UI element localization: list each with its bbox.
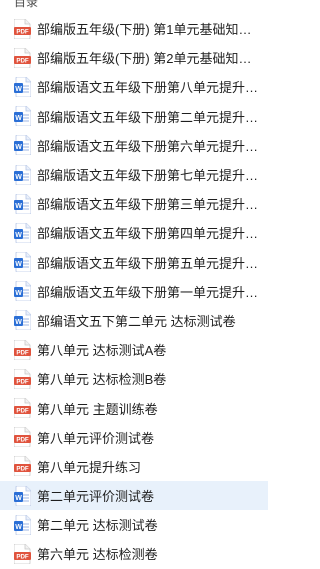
file-item[interactable]: PDF 第八单元评价测试卷 [0, 423, 268, 452]
file-item[interactable]: PDF 第八单元提升练习 [0, 452, 268, 481]
pdf-file-icon: PDF [14, 18, 31, 39]
file-name: 部编版语文五年级下册第一单元提升练习... [37, 284, 262, 300]
file-item[interactable]: PDF 第八单元 主题训练卷 [0, 393, 268, 422]
file-name: 部编语文五下第二单元 达标测试卷 [37, 313, 236, 329]
word-file-icon: W [14, 222, 31, 243]
file-name: 部编版语文五年级下册第四单元提升练习... [37, 226, 262, 242]
file-item[interactable]: PDF 部编版五年级(下册) 第1单元基础知识复... [0, 14, 268, 43]
file-name: 部编版语文五年级下册第六单元提升练习... [37, 138, 262, 154]
word-file-icon: W [14, 252, 31, 273]
file-name: 第八单元 达标检测B卷 [37, 372, 167, 388]
svg-text:PDF: PDF [16, 437, 29, 444]
file-item[interactable]: PDF 第六单元 达标检测卷 [0, 539, 268, 568]
svg-text:W: W [15, 144, 22, 151]
folder-title: 目录 [14, 0, 39, 8]
file-name: 部编版五年级(下册) 第2单元基础知识复... [37, 51, 262, 67]
file-item[interactable]: W 部编版语文五年级下册第八单元提升练习... [0, 72, 268, 101]
word-file-icon: W [14, 135, 31, 156]
file-name: 部编版语文五年级下册第三单元提升练习... [37, 197, 262, 213]
file-name: 第六单元 达标检测卷 [37, 547, 158, 563]
file-list: PDF 部编版五年级(下册) 第1单元基础知识复... PDF 部编版五年级(下… [0, 14, 268, 569]
svg-text:W: W [15, 524, 22, 531]
pdf-file-icon: PDF [14, 339, 31, 360]
file-name: 部编版语文五年级下册第二单元提升练习... [37, 109, 262, 125]
file-item[interactable]: W 部编版语文五年级下册第五单元提升练习... [0, 248, 268, 277]
file-item[interactable]: W 部编语文五下第二单元 达标测试卷 [0, 306, 268, 335]
file-name: 第八单元 达标测试A卷 [37, 343, 167, 359]
word-file-icon: W [14, 310, 31, 331]
file-item[interactable]: W 第二单元 达标测试卷 [0, 510, 268, 539]
pdf-file-icon: PDF [14, 47, 31, 68]
pdf-file-icon: PDF [14, 398, 31, 419]
svg-text:W: W [15, 495, 22, 502]
svg-text:PDF: PDF [16, 28, 29, 35]
svg-text:PDF: PDF [16, 466, 29, 473]
file-item[interactable]: W 部编版语文五年级下册第六单元提升练习... [0, 131, 268, 160]
folder-header: 目录 [0, 0, 268, 8]
file-item[interactable]: W 部编版语文五年级下册第一单元提升练习... [0, 277, 268, 306]
word-file-icon: W [14, 485, 31, 506]
file-name: 部编版五年级(下册) 第1单元基础知识复... [37, 22, 262, 38]
file-item[interactable]: PDF 部编版五年级(下册) 第2单元基础知识复... [0, 43, 268, 72]
file-item[interactable]: W 部编版语文五年级下册第七单元提升练习... [0, 160, 268, 189]
svg-text:W: W [15, 86, 22, 93]
svg-text:PDF: PDF [16, 349, 29, 356]
file-name: 部编版语文五年级下册第五单元提升练习... [37, 255, 262, 271]
word-file-icon: W [14, 164, 31, 185]
file-item[interactable]: W 第二单元评价测试卷 [0, 481, 268, 511]
file-item[interactable]: PDF 第八单元 达标测试A卷 [0, 335, 268, 364]
file-name: 第八单元 主题训练卷 [37, 401, 158, 417]
svg-text:W: W [15, 232, 22, 239]
word-file-icon: W [14, 193, 31, 214]
file-name: 第二单元 达标测试卷 [37, 518, 158, 534]
word-file-icon: W [14, 106, 31, 127]
file-name: 部编版语文五年级下册第七单元提升练习... [37, 168, 262, 184]
pdf-file-icon: PDF [14, 427, 31, 448]
file-name: 第八单元提升练习 [37, 459, 142, 475]
pdf-file-icon: PDF [14, 368, 31, 389]
svg-text:W: W [15, 290, 22, 297]
svg-text:PDF: PDF [16, 553, 29, 560]
file-name: 第二单元评价测试卷 [37, 489, 155, 505]
svg-text:W: W [15, 319, 22, 326]
file-item[interactable]: PDF 第八单元 达标检测B卷 [0, 364, 268, 393]
file-item[interactable]: W 部编版语文五年级下册第三单元提升练习... [0, 189, 268, 218]
svg-text:W: W [15, 203, 22, 210]
svg-text:W: W [15, 261, 22, 268]
svg-text:W: W [15, 115, 22, 122]
pdf-file-icon: PDF [14, 543, 31, 564]
svg-text:PDF: PDF [16, 57, 29, 64]
svg-text:PDF: PDF [16, 407, 29, 414]
file-name: 第八单元评价测试卷 [37, 430, 155, 446]
file-name: 部编版语文五年级下册第八单元提升练习... [37, 80, 262, 96]
word-file-icon: W [14, 281, 31, 302]
svg-text:W: W [15, 174, 22, 181]
file-item[interactable]: W 部编版语文五年级下册第四单元提升练习... [0, 218, 268, 247]
word-file-icon: W [14, 76, 31, 97]
pdf-file-icon: PDF [14, 456, 31, 477]
file-item[interactable]: W 部编版语文五年级下册第二单元提升练习... [0, 102, 268, 131]
svg-text:PDF: PDF [16, 378, 29, 385]
